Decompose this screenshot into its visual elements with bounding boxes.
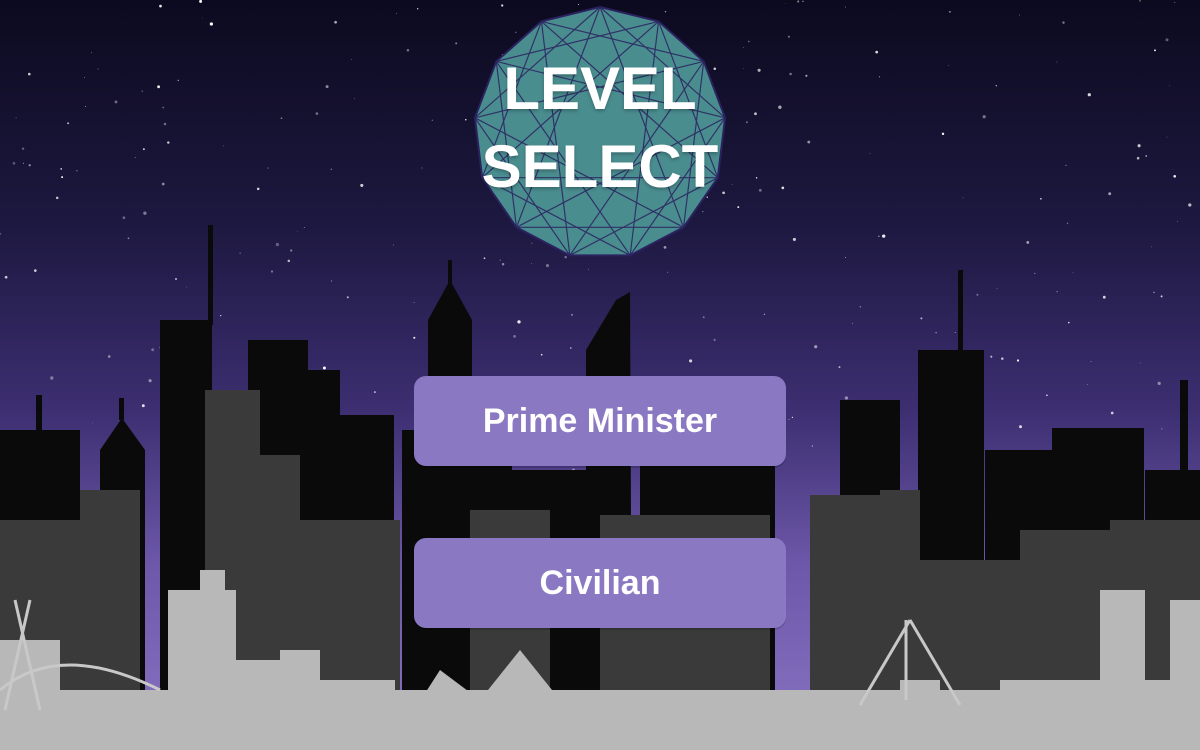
game-screen: LEVEL SELECT Prime Minister Civilian	[0, 0, 1200, 750]
page-title: LEVEL SELECT	[468, 50, 732, 206]
prime-minister-level-button[interactable]: Prime Minister	[414, 376, 786, 466]
title-line-2: SELECT	[481, 133, 719, 200]
civilian-level-button[interactable]: Civilian	[414, 538, 786, 628]
title-line-1: LEVEL	[503, 55, 697, 122]
